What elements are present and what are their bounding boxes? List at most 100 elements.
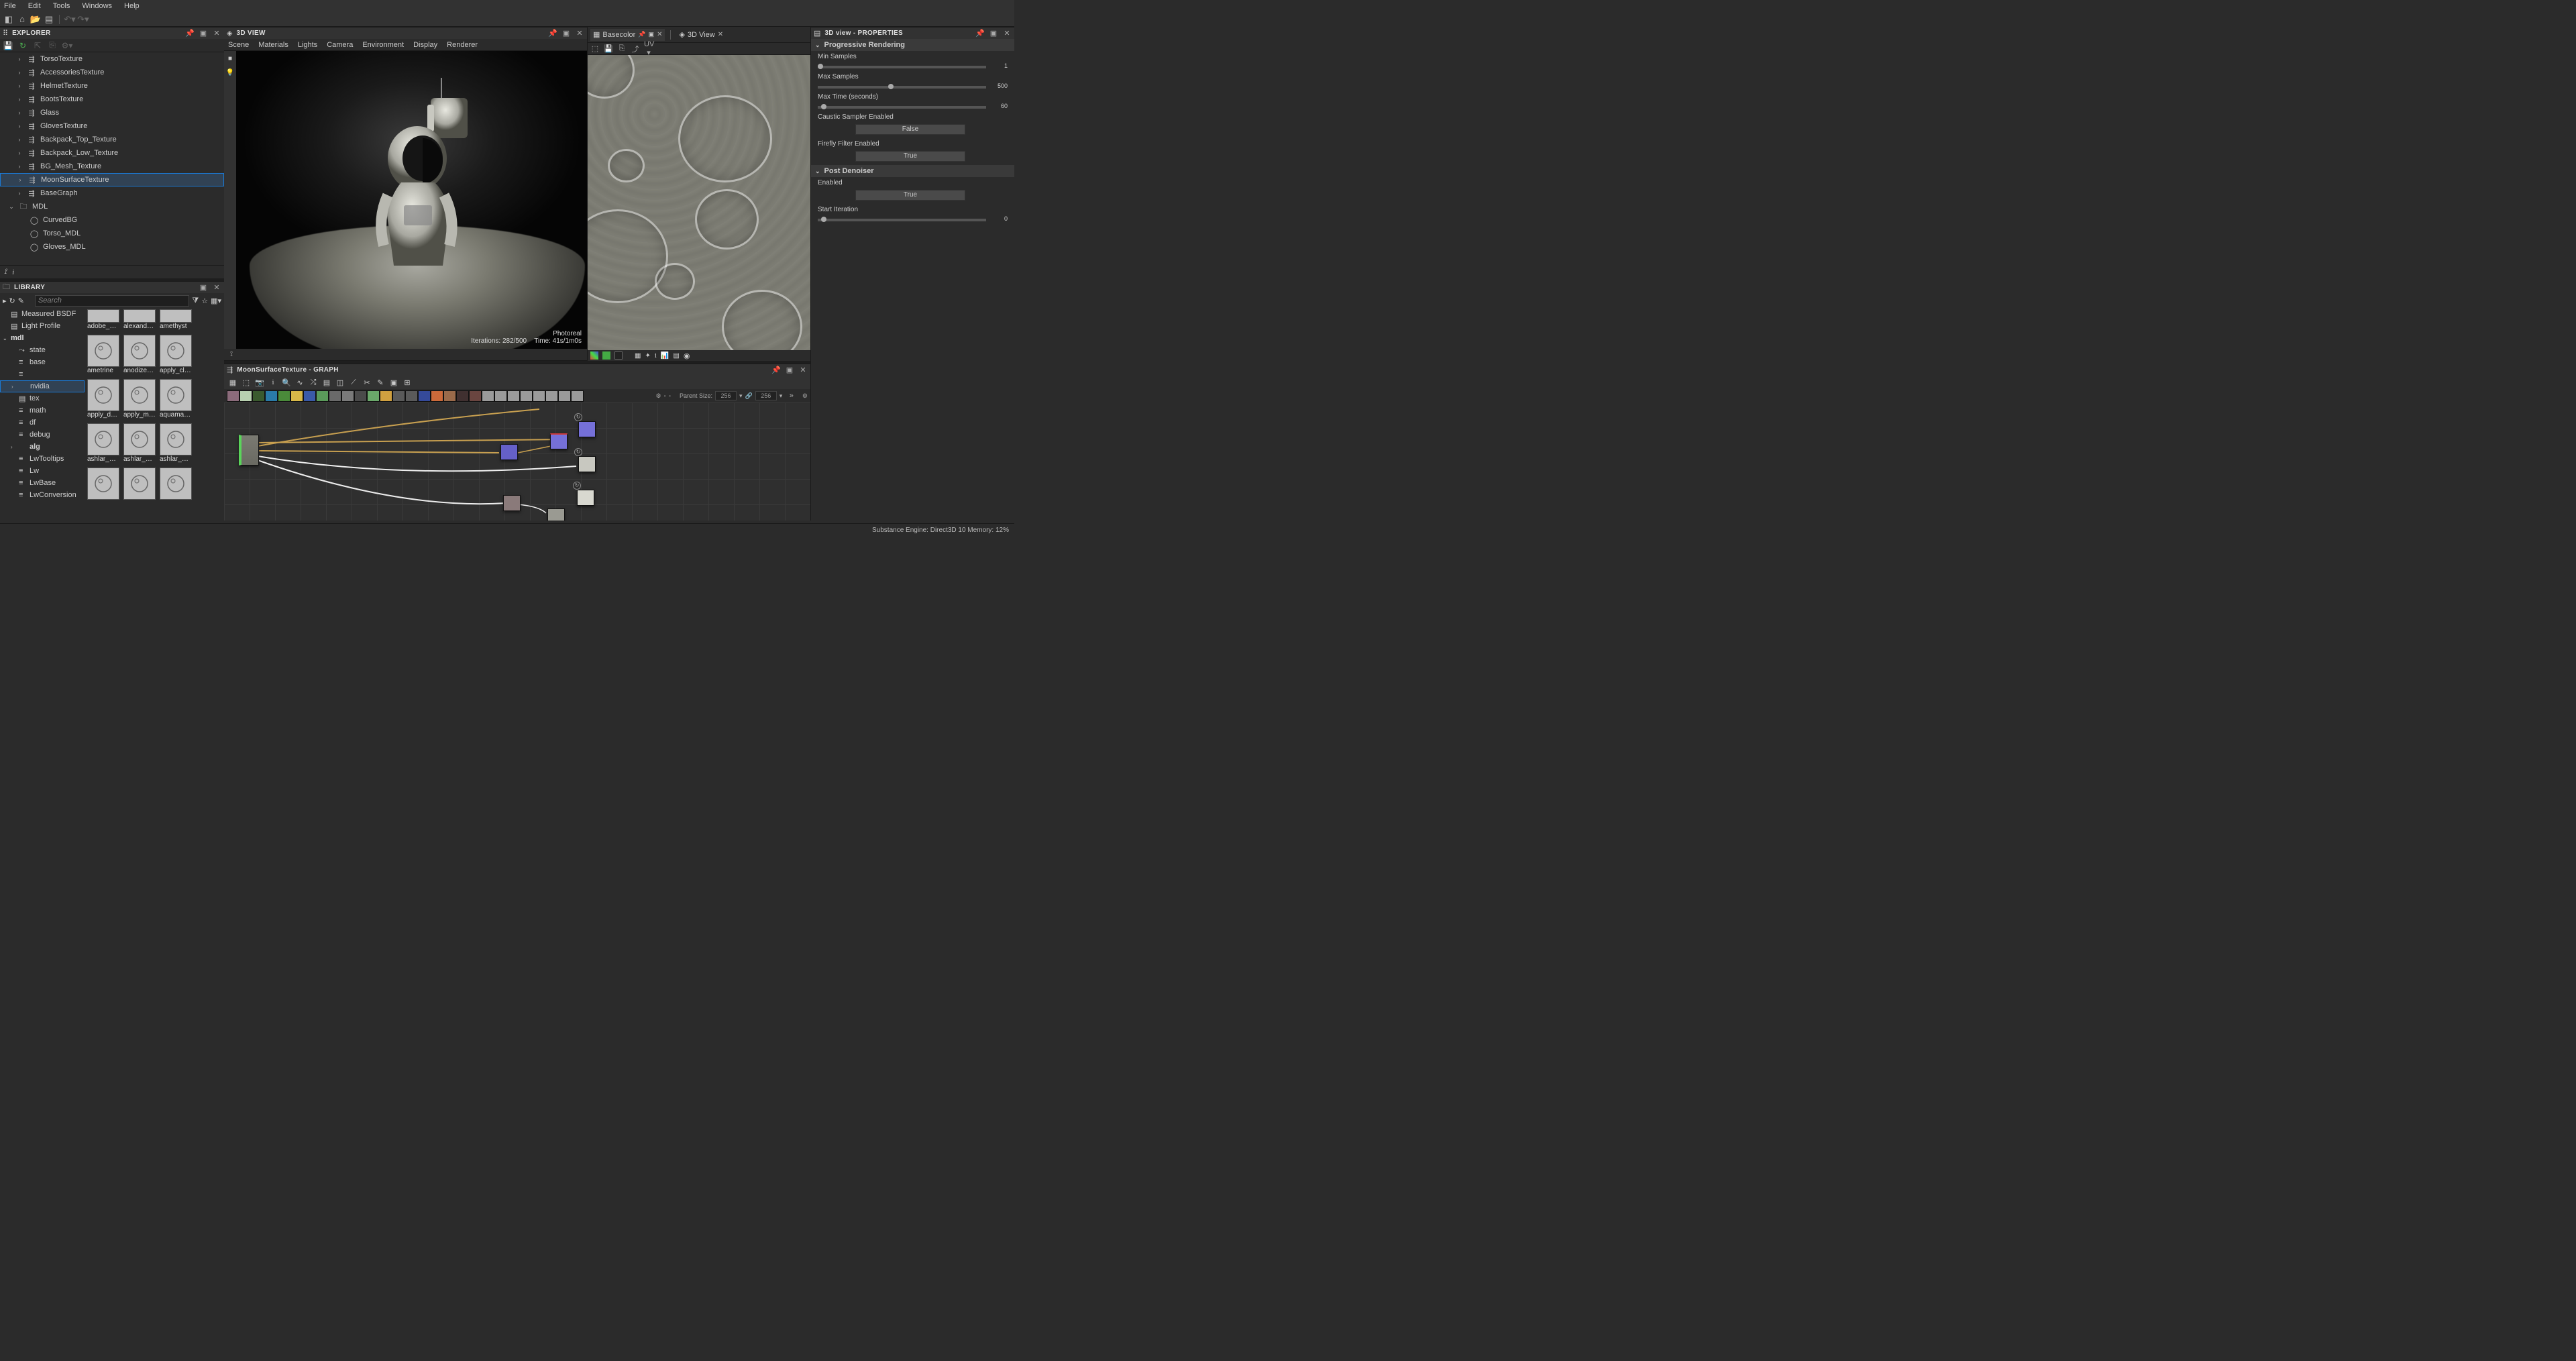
library-tree-item[interactable]: ≡LwTooltips <box>0 453 85 465</box>
graph-node[interactable] <box>578 421 596 437</box>
frame-icon[interactable]: ▣ <box>388 376 400 388</box>
library-thumbnail[interactable] <box>123 379 156 411</box>
palette-node[interactable] <box>392 390 405 402</box>
explorer-item[interactable]: ◯Torso_MDL <box>0 227 224 240</box>
library-thumbnail[interactable] <box>87 423 119 455</box>
library-tree-item[interactable]: ≡LwBase <box>0 477 85 489</box>
palette-node[interactable] <box>431 390 443 402</box>
palette-node[interactable] <box>278 390 290 402</box>
graph-node[interactable] <box>503 495 521 511</box>
bound-icon[interactable]: ◫ <box>334 376 346 388</box>
link-icon[interactable]: ∿ <box>294 376 306 388</box>
menu-tools[interactable]: Tools <box>53 2 70 10</box>
popout-icon[interactable]: ▣ <box>785 366 794 375</box>
save-all-icon[interactable]: ▤ <box>43 13 55 25</box>
toggle-button[interactable]: True <box>855 151 965 162</box>
library-tree-item[interactable]: ≡math <box>0 404 85 417</box>
explorer-item[interactable]: ◯CurvedBG <box>0 213 224 227</box>
library-thumbnail[interactable] <box>160 379 192 411</box>
palette-node[interactable] <box>252 390 265 402</box>
home-icon[interactable]: ⌂ <box>16 13 28 25</box>
settings-icon[interactable]: ⚙ <box>802 392 808 400</box>
view3d-menu[interactable]: Lights <box>298 41 317 49</box>
zoom-icon[interactable]: 🔍 <box>280 376 292 388</box>
grid-icon[interactable]: ⊞ <box>401 376 413 388</box>
pin-icon[interactable]: 📌 <box>771 366 781 375</box>
explorer-item[interactable]: ›⇶AccessoriesTexture <box>0 66 224 79</box>
graph-node[interactable] <box>550 433 568 449</box>
menu-edit[interactable]: Edit <box>28 2 41 10</box>
parent-width-input[interactable] <box>715 391 737 400</box>
library-tree-item[interactable]: ≡df <box>0 417 85 429</box>
library-tree-item[interactable]: ⤳state <box>0 344 85 356</box>
viewport-3d[interactable]: Photoreal Iterations: 282/500 Time: 41s/… <box>236 51 587 349</box>
palette-node[interactable] <box>239 390 252 402</box>
hist-icon[interactable]: 📊 <box>661 352 669 360</box>
library-thumbnail[interactable] <box>123 423 156 455</box>
slider[interactable] <box>818 86 986 89</box>
tool-icon[interactable]: 📷 <box>254 376 266 388</box>
view3d-menu[interactable]: Camera <box>327 41 353 49</box>
library-tree-item[interactable]: ≡base <box>0 356 85 368</box>
explorer-item[interactable]: ›⇶Backpack_Top_Texture <box>0 133 224 146</box>
open-icon[interactable]: 📂 <box>30 13 42 25</box>
toggle-button[interactable]: False <box>855 124 965 135</box>
rgba-icon[interactable] <box>590 351 598 360</box>
explorer-item[interactable]: ◯Gloves_MDL <box>0 240 224 254</box>
library-tree-item[interactable]: ≡Lw <box>0 465 85 477</box>
library-grid[interactable]: adobe_o…alexandri…amethystametrineanodiz… <box>85 308 224 521</box>
explorer-item[interactable]: ›⇶Backpack_Low_Texture <box>0 146 224 160</box>
pin-icon[interactable]: 📌 <box>548 29 557 38</box>
share-icon[interactable]: ⤴ <box>631 44 640 54</box>
palette-node[interactable] <box>482 390 494 402</box>
popout-icon[interactable]: ▣ <box>649 31 655 38</box>
palette-node[interactable] <box>507 390 520 402</box>
library-thumbnail[interactable] <box>160 468 192 500</box>
close-icon[interactable]: ✕ <box>1002 29 1012 38</box>
palette-node[interactable] <box>265 390 278 402</box>
library-tree[interactable]: ▤Measured BSDF▤Light Profile⌄mdl⤳state≡b… <box>0 308 85 521</box>
color-icon[interactable]: ◉ <box>684 351 690 360</box>
library-thumbnail[interactable] <box>160 335 192 367</box>
palette-node[interactable] <box>290 390 303 402</box>
grid-icon[interactable]: ▦▾ <box>211 296 221 305</box>
library-tree-item[interactable]: ▤tex <box>0 392 85 404</box>
tab-3dview[interactable]: ◈ 3D View ✕ <box>676 29 726 41</box>
toggle-button[interactable]: True <box>855 190 965 201</box>
graph-node[interactable] <box>500 444 518 460</box>
star-icon[interactable]: ☆ <box>201 296 208 305</box>
redo-icon[interactable]: ↷▾ <box>77 13 89 25</box>
info-icon[interactable]: i <box>267 376 279 388</box>
slider[interactable] <box>818 66 986 68</box>
graph-node[interactable] <box>547 508 565 521</box>
gear-icon[interactable]: ⚙ <box>655 392 661 400</box>
node-badge-icon[interactable]: ↻ <box>573 482 581 490</box>
palette-node[interactable] <box>533 390 545 402</box>
channel-icon[interactable] <box>602 351 610 360</box>
view3d-menubar[interactable]: SceneMaterialsLightsCameraEnvironmentDis… <box>224 39 587 51</box>
port-icon[interactable]: ◦ <box>664 392 666 399</box>
palette-node[interactable] <box>227 390 239 402</box>
palette-node[interactable] <box>469 390 482 402</box>
camera-icon[interactable]: ■ <box>228 55 232 62</box>
palette-node[interactable] <box>520 390 533 402</box>
refresh-icon[interactable]: ↻ <box>9 296 15 305</box>
fit-icon[interactable]: ✦ <box>645 352 650 360</box>
graph-node[interactable] <box>577 490 594 506</box>
view3d-menu[interactable]: Renderer <box>447 41 478 49</box>
pin-icon[interactable]: 📌 <box>975 29 985 38</box>
explorer-item[interactable]: ›⇶BG_Mesh_Texture <box>0 160 224 173</box>
popout-icon[interactable]: ▣ <box>989 29 998 38</box>
view3d-menu[interactable]: Scene <box>228 41 249 49</box>
tool-icon[interactable]: ⬚ <box>240 376 252 388</box>
library-thumbnail[interactable] <box>160 423 192 455</box>
tool-icon[interactable]: ⟟ <box>4 268 7 276</box>
palette-node[interactable] <box>418 390 431 402</box>
port-icon[interactable]: ◦ <box>669 392 671 399</box>
shuffle-icon[interactable]: ⤮ <box>307 376 319 388</box>
menu-file[interactable]: File <box>4 2 16 10</box>
explorer-item[interactable]: ›⇶Glass <box>0 106 224 119</box>
close-icon[interactable]: ✕ <box>575 29 584 38</box>
palette-node[interactable] <box>367 390 380 402</box>
library-thumbnail[interactable] <box>87 379 119 411</box>
